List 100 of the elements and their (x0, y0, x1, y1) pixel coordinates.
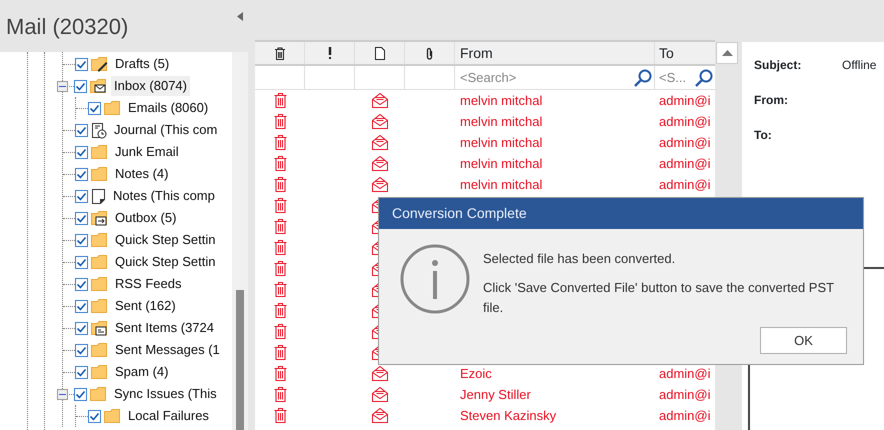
collapse-arrow-icon (237, 12, 243, 21)
trash-icon (274, 114, 286, 129)
folder-label[interactable]: Notes (This comp (110, 186, 218, 206)
folder-envelope-icon (90, 78, 107, 94)
scrollbar-thumb[interactable] (236, 290, 244, 430)
field-label: From: (754, 92, 789, 109)
dialog-message: Selected file has been converted. (483, 250, 676, 268)
scrollbar[interactable] (232, 0, 248, 430)
trash-icon (274, 324, 286, 339)
trash-icon (274, 177, 286, 192)
folder-pencil-icon (91, 56, 108, 72)
folder-label[interactable]: Drafts (5) (112, 54, 172, 74)
folder-label[interactable]: Outbox (5) (112, 208, 180, 228)
page-icon (374, 46, 384, 60)
trash-icon (274, 93, 286, 108)
info-icon (399, 242, 471, 314)
checkbox[interactable] (75, 212, 88, 224)
sender-name: Ezoic (460, 364, 492, 383)
folder-label[interactable]: Junk Email (112, 142, 182, 162)
checkbox[interactable] (75, 146, 88, 158)
folder-label[interactable]: Spam (4) (112, 362, 172, 382)
ok-button[interactable]: OK (760, 327, 847, 354)
folder-icon (91, 144, 108, 160)
sender-name: melvin mitchal (460, 176, 542, 194)
recipient: admin@i (659, 364, 710, 383)
checkbox[interactable] (75, 234, 88, 246)
column-header[interactable]: To (655, 42, 715, 64)
trash-icon (274, 408, 286, 423)
folder-icon (91, 342, 108, 358)
panel-title: Mail (20320) (6, 12, 128, 40)
recipient: admin@i (659, 92, 710, 110)
folder-label[interactable]: RSS Feeds (112, 274, 184, 294)
paperclip-icon (426, 46, 433, 60)
folder-label[interactable]: Inbox (8074) (111, 76, 190, 96)
folder-label[interactable]: Quick Step Settin (112, 252, 218, 272)
scroll-up-button[interactable] (716, 42, 738, 64)
search-field[interactable]: <S... (659, 68, 715, 88)
folder-label[interactable]: Sync Issues (This (111, 384, 220, 404)
trash-icon (274, 240, 286, 255)
sender-name: melvin mitchal (460, 92, 542, 110)
arrow-up-icon (722, 50, 732, 56)
trash-icon (274, 303, 286, 318)
trash-icon (274, 156, 286, 171)
checkbox[interactable] (75, 366, 88, 378)
checkbox[interactable] (75, 256, 88, 268)
checkbox[interactable] (75, 190, 88, 202)
folder-label[interactable]: Quick Step Settin (112, 230, 218, 250)
folder-label[interactable]: Emails (8060) (125, 98, 212, 118)
envelope-icon (372, 177, 388, 192)
folder-label[interactable]: Local Failures (125, 406, 212, 426)
trash-icon (274, 135, 286, 150)
folder-icon (90, 386, 107, 402)
trash-icon (274, 387, 286, 402)
dialog-title: Conversion Complete (379, 198, 863, 228)
sender-name: melvin mitchal (460, 154, 542, 173)
checkbox[interactable] (75, 124, 88, 136)
recipient: admin@i (659, 112, 710, 131)
folder-icon (91, 364, 108, 380)
trash-icon (274, 219, 286, 234)
checkbox[interactable] (75, 278, 88, 290)
collapse-toggle[interactable] (57, 80, 68, 92)
folder-icon (91, 254, 108, 270)
sender-name: melvin mitchal (460, 134, 542, 152)
recipient: admin@i (659, 176, 710, 194)
folder-icon (91, 298, 108, 314)
journal-clock-icon (91, 122, 107, 138)
collapse-toggle[interactable] (57, 388, 68, 400)
search-icon (695, 69, 713, 87)
checkbox[interactable] (88, 102, 101, 114)
trash-icon (274, 282, 286, 297)
folder-icon (104, 408, 121, 424)
envelope-icon (372, 408, 388, 423)
checkbox[interactable] (74, 80, 87, 92)
envelope-icon (372, 135, 388, 150)
dialog-message: Click 'Save Converted File' button to save the converted PST file. (483, 279, 835, 316)
field-label: To: (754, 127, 773, 144)
folder-label[interactable]: Sent Items (3724 (112, 318, 217, 338)
folder-icon (91, 232, 108, 248)
folder-label[interactable]: Journal (This com (111, 120, 220, 140)
folder-label[interactable]: Sent (162) (112, 296, 179, 316)
checkbox[interactable] (75, 58, 88, 70)
checkbox[interactable] (75, 322, 88, 334)
checkbox[interactable] (74, 388, 87, 400)
search-field[interactable]: <Search> (460, 68, 654, 88)
exclamation-icon (328, 47, 332, 59)
folder-label[interactable]: Notes (4) (112, 164, 172, 184)
envelope-icon (372, 114, 388, 129)
folder-card-icon (91, 320, 108, 336)
folder-label[interactable]: Sent Messages (1 (112, 340, 223, 360)
checkbox[interactable] (75, 344, 88, 356)
trash-icon (274, 46, 286, 60)
folder-arrow-icon (91, 210, 108, 226)
checkbox[interactable] (75, 168, 88, 180)
recipient: admin@i (659, 154, 710, 173)
folder-icon (91, 166, 108, 182)
field-value: Offline (842, 57, 876, 74)
checkbox[interactable] (88, 410, 101, 422)
envelope-icon (372, 156, 388, 171)
checkbox[interactable] (75, 300, 88, 312)
column-header[interactable]: From (455, 42, 655, 64)
